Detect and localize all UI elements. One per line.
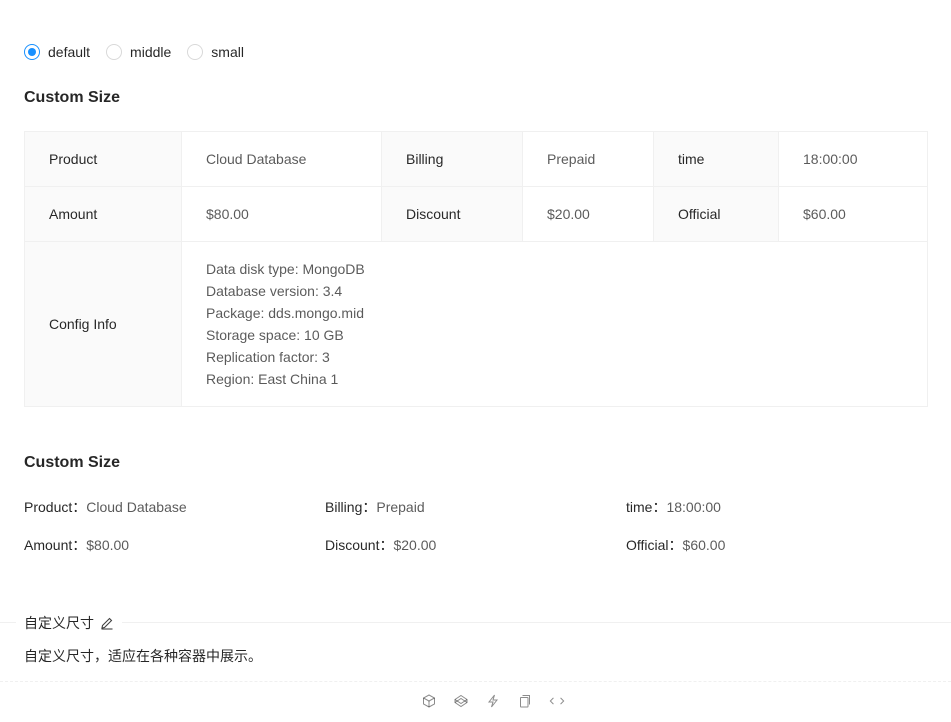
- desc-item: Product：Cloud Database: [24, 497, 325, 517]
- desc-colon: ：: [362, 499, 377, 515]
- desc-label: Official: [626, 537, 669, 553]
- codesandbox-icon[interactable]: [421, 693, 437, 709]
- radio-small[interactable]: small: [187, 44, 244, 60]
- desc-value: 18:00:00: [666, 499, 721, 515]
- radio-middle[interactable]: middle: [106, 44, 171, 60]
- edit-icon[interactable]: [100, 616, 114, 630]
- config-info-value: Data disk type: MongoDB Database version…: [181, 241, 928, 407]
- demo-title: 自定义尺寸: [16, 613, 122, 633]
- desc-label: Product: [24, 499, 73, 515]
- table-row: Amount $80.00 Discount $20.00 Official $…: [24, 186, 928, 242]
- desc-value: $20.00: [393, 537, 437, 553]
- radio-circle[interactable]: [106, 44, 123, 60]
- radio-circle-checked[interactable]: [24, 44, 40, 60]
- desc-label: Discount: [381, 186, 523, 242]
- desc-item: Amount：$80.00: [24, 535, 325, 555]
- desc-colon: ：: [72, 499, 87, 515]
- desc-item: Official：$60.00: [626, 535, 927, 555]
- desc-item: Billing：Prepaid: [325, 497, 626, 517]
- desc-label: Billing: [325, 499, 363, 515]
- desc-value: $20.00: [522, 186, 654, 242]
- actions-divider: [0, 681, 951, 682]
- desc-value: $60.00: [682, 537, 726, 553]
- desc-row: Amount：$80.00 Discount：$20.00 Official：$…: [24, 535, 927, 573]
- desc-value: 18:00:00: [778, 131, 928, 187]
- desc-colon: ：: [668, 537, 683, 553]
- desc-colon: ：: [652, 499, 667, 515]
- radio-default[interactable]: default: [24, 44, 90, 60]
- desc-value: Cloud Database: [86, 499, 187, 515]
- demo-title-text: 自定义尺寸: [24, 616, 94, 632]
- table-row: Config Info Data disk type: MongoDB Data…: [24, 241, 928, 407]
- desc-value: $60.00: [778, 186, 928, 242]
- radio-label: default: [48, 44, 91, 60]
- desc-item: time：18:00:00: [626, 497, 927, 517]
- config-line: Package: dds.mongo.mid: [206, 305, 364, 321]
- desc-label: Amount: [24, 537, 73, 553]
- size-radio-group: default middle small: [24, 44, 260, 60]
- desc-colon: ：: [72, 537, 87, 553]
- desc-label: Product: [24, 131, 182, 187]
- plain-descriptions: Product：Cloud Database Billing：Prepaid t…: [24, 497, 927, 573]
- desc-value: $80.00: [86, 537, 130, 553]
- desc-label: Config Info: [24, 241, 182, 407]
- table-row: Product Cloud Database Billing Prepaid t…: [24, 131, 928, 187]
- code-actions: [421, 693, 581, 709]
- desc-colon: ：: [379, 537, 394, 553]
- code-expand-icon[interactable]: [549, 693, 565, 709]
- desc-value: Prepaid: [522, 131, 654, 187]
- codepen-icon[interactable]: [453, 693, 469, 709]
- desc-value: Cloud Database: [181, 131, 382, 187]
- desc-label: Official: [653, 186, 779, 242]
- copy-icon[interactable]: [517, 693, 533, 709]
- bordered-descriptions: Product Cloud Database Billing Prepaid t…: [24, 131, 928, 407]
- desc-label: Billing: [381, 131, 523, 187]
- config-line: Replication factor: 3: [206, 349, 330, 365]
- config-line: Database version: 3.4: [206, 283, 343, 299]
- config-line: Data disk type: MongoDB: [206, 261, 365, 277]
- desc-value: $80.00: [181, 186, 382, 242]
- stackblitz-icon[interactable]: [485, 693, 501, 709]
- radio-label: middle: [130, 44, 172, 60]
- radio-label: small: [211, 44, 244, 60]
- desc-label: time: [626, 499, 653, 515]
- desc-value: Prepaid: [376, 499, 425, 515]
- desc-label: time: [653, 131, 779, 187]
- desc-label: Amount: [24, 186, 182, 242]
- section-title: Custom Size: [24, 89, 121, 106]
- section-title: Custom Size: [24, 454, 121, 471]
- config-line: Storage space: 10 GB: [206, 327, 344, 343]
- desc-label: Discount: [325, 537, 380, 553]
- desc-item: Discount：$20.00: [325, 535, 626, 555]
- demo-description: 自定义尺寸，适应在各种容器中展示。: [24, 649, 262, 665]
- desc-row: Product：Cloud Database Billing：Prepaid t…: [24, 497, 927, 535]
- meta-divider: [0, 622, 951, 623]
- radio-circle[interactable]: [187, 44, 204, 60]
- config-line: Region: East China 1: [206, 371, 339, 387]
